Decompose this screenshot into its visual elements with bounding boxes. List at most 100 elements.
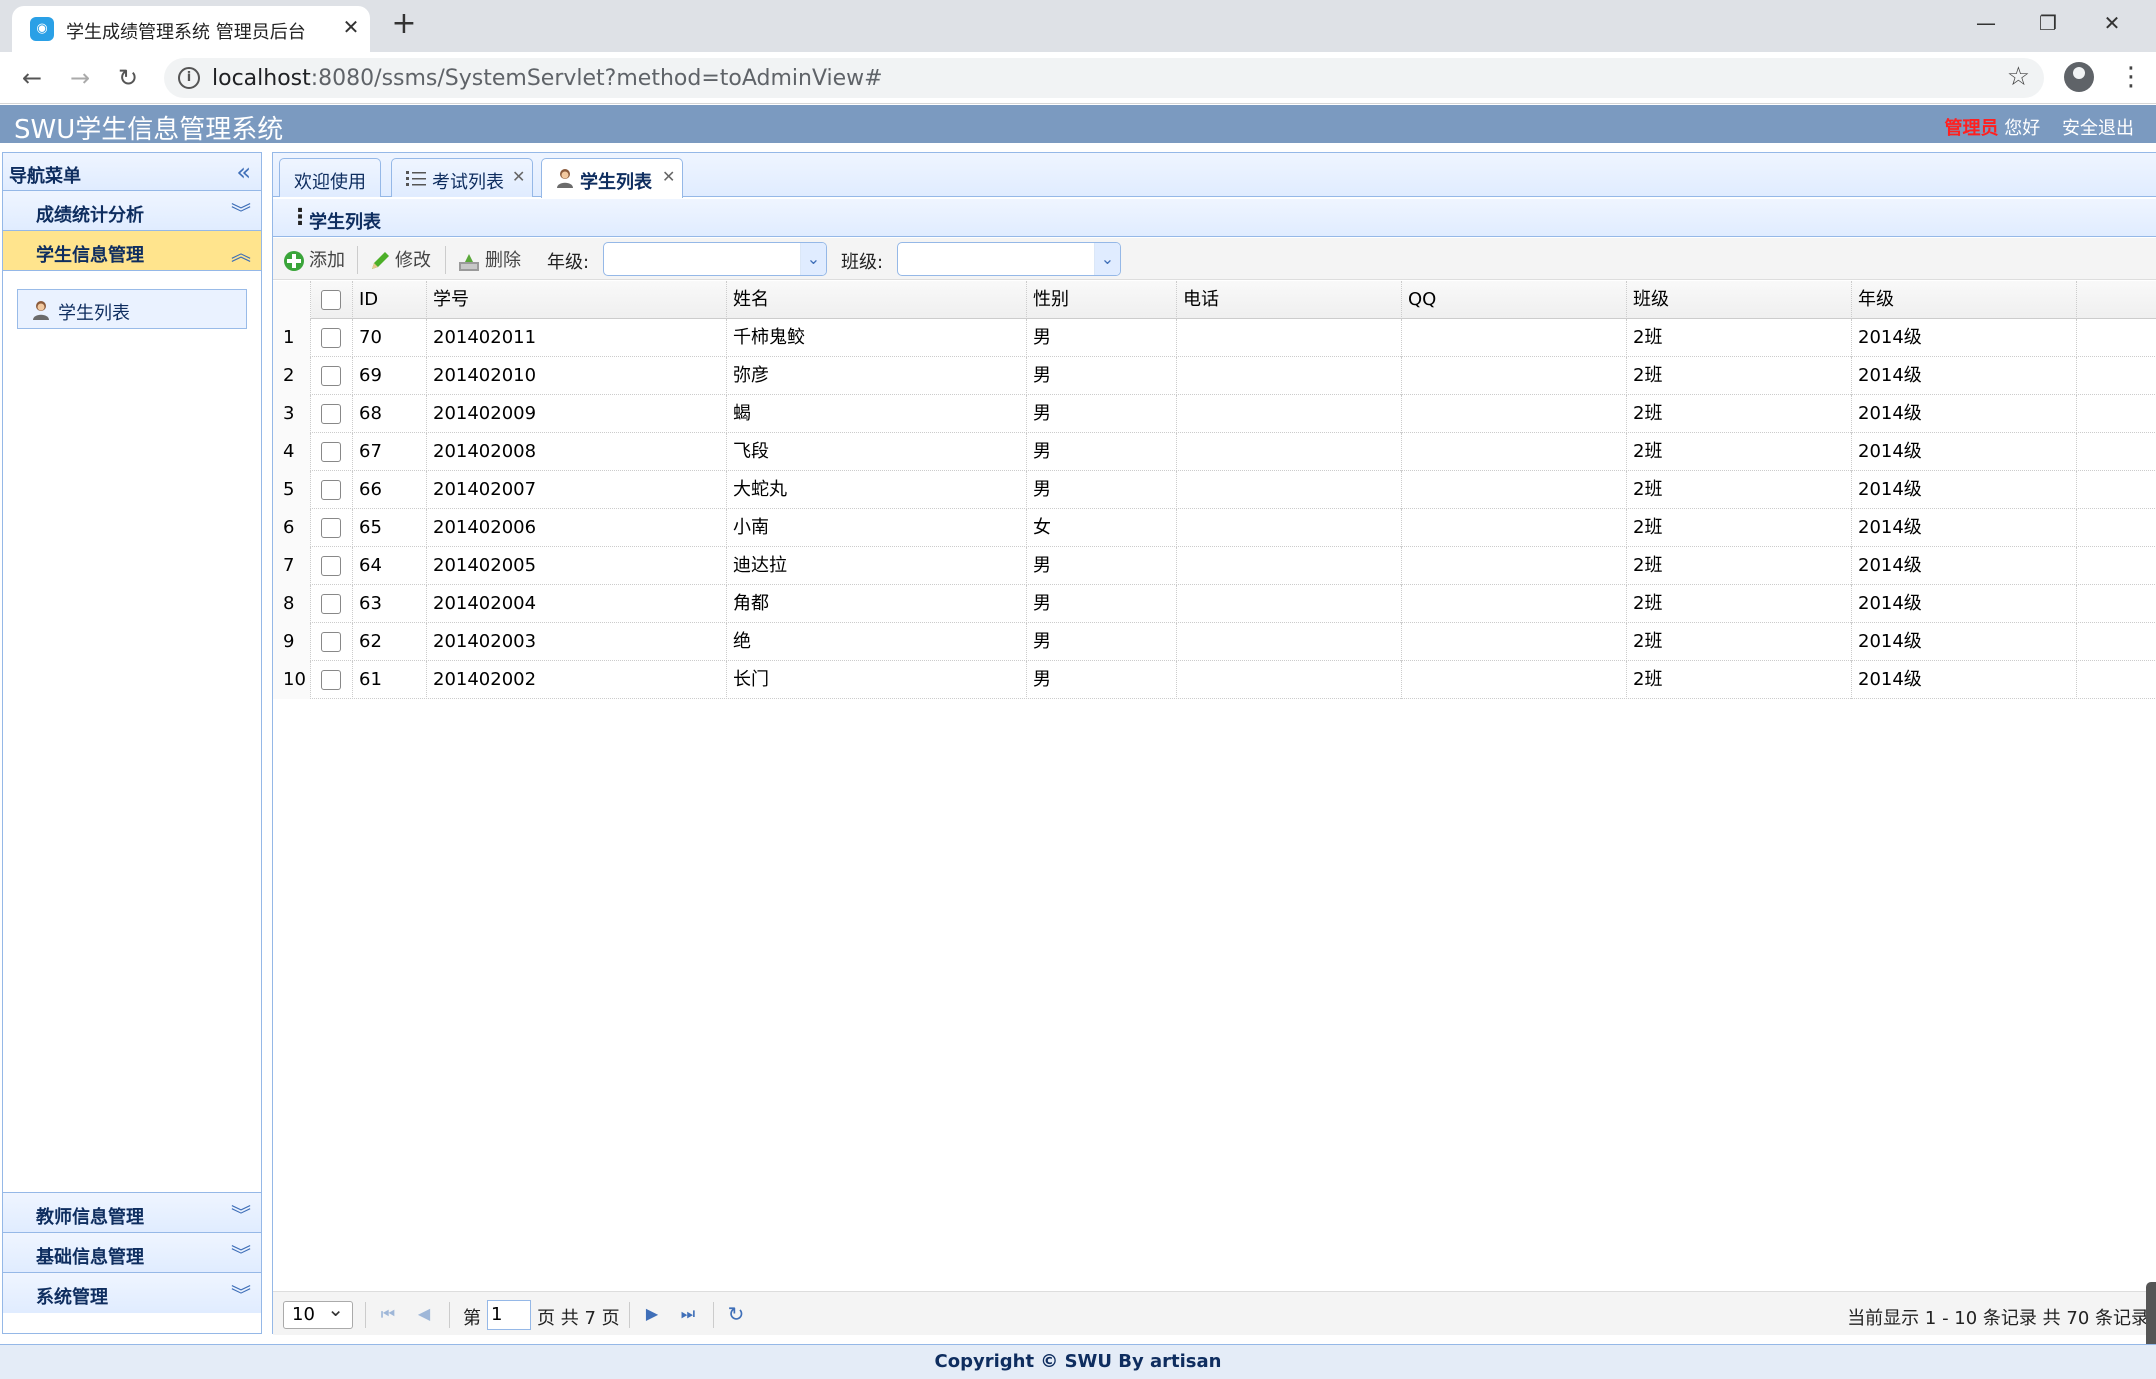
bookmark-star-icon[interactable]: ☆ [2007,62,2030,92]
row-checkbox[interactable] [321,594,341,614]
table-row[interactable]: 8 63 201402004 角都男 2班 2014级 [273,585,2156,623]
add-button[interactable]: 添加 [283,246,345,274]
chevron-down-icon[interactable]: ⌄ [800,243,826,275]
tab-student-list[interactable]: 学生列表 ✕ [541,158,683,198]
profile-avatar-icon[interactable] [2064,62,2094,92]
row-checkbox[interactable] [321,670,341,690]
table-row[interactable]: 7 64 201402005 迪达拉男 2班 2014级 [273,547,2156,585]
table-row[interactable]: 6 65 201402006 小南女 2班 2014级 [273,509,2156,547]
select-all-checkbox[interactable] [321,290,341,310]
row-checkbox[interactable] [321,518,341,538]
expand-icon[interactable]: ︾ [231,1239,251,1268]
tab-exam-list[interactable]: 考试列表 ✕ [391,158,533,197]
tab-welcome[interactable]: 欢迎使用 [279,158,381,197]
cell-phone [1177,661,1402,699]
nav-section-score-analysis[interactable]: 成绩统计分析 ︾ [3,191,261,231]
table-row[interactable]: 3 68 201402009 蝎男 2班 2014级 [273,395,2156,433]
cell-grade: 2014级 [1852,547,2077,585]
prev-page-icon[interactable]: ◀ [413,1302,435,1326]
collapse-icon[interactable]: ︽ [231,237,251,266]
nav-menu: 导航菜单 « 成绩统计分析 ︾ 学生信息管理 ︽ 学生列表 教师信息管理 ︾ 基… [2,152,262,1334]
nav-section-label: 基础信息管理 [36,1247,144,1268]
back-icon[interactable]: ← [16,62,48,94]
row-checkbox[interactable] [321,556,341,576]
logout-link[interactable]: 安全退出 [2062,118,2134,139]
expand-icon[interactable]: ︾ [231,1279,251,1308]
expand-icon[interactable]: ︾ [231,197,251,226]
cell-id: 63 [353,585,427,623]
tab-label: 学生列表 [580,172,652,193]
row-number: 7 [273,547,311,585]
nav-section-teacher-management[interactable]: 教师信息管理 ︾ [3,1193,261,1233]
nav-section-student-management[interactable]: 学生信息管理 ︽ [3,231,261,271]
page-size-select[interactable]: 10 [283,1296,353,1329]
site-info-icon[interactable]: i [178,67,200,89]
browser-menu-icon[interactable]: ⋮ [2118,60,2144,94]
row-checkbox[interactable] [321,366,341,386]
browser-tab[interactable]: ◉ 学生成绩管理系统 管理员后台 ✕ [12,6,370,52]
first-page-icon[interactable]: ⏮ [377,1302,399,1326]
table-row[interactable]: 10 61 201402002 长门男 2班 2014级 [273,661,2156,699]
nav-item-student-list[interactable]: 学生列表 [17,289,247,329]
class-select[interactable]: ⌄ [897,242,1121,276]
last-page-icon[interactable]: ⏭ [677,1302,699,1326]
forward-icon[interactable]: → [64,62,96,94]
cell-id: 70 [353,319,427,357]
address-bar: ← → ↻ i localhost:8080/ssms/SystemServle… [0,52,2156,104]
row-checkbox[interactable] [321,442,341,462]
column-header-name[interactable]: 姓名 [727,281,1027,319]
window-close-icon[interactable]: ✕ [2092,6,2132,40]
cell-id: 61 [353,661,427,699]
content-tabs: 欢迎使用 考试列表 ✕ 学生列表 ✕ [273,153,2156,198]
row-checkbox[interactable] [321,328,341,348]
table-row[interactable]: 1 70 201402011 千柿鬼鲛男 2班 2014级 [273,319,2156,357]
collapse-left-icon[interactable]: « [236,158,251,186]
url-field[interactable]: i localhost:8080/ssms/SystemServlet?meth… [164,58,2044,98]
url-text: localhost:8080/ssms/SystemServlet?method… [212,66,883,91]
expand-icon[interactable]: ︾ [231,1199,251,1228]
column-header-phone[interactable]: 电话 [1177,281,1402,319]
next-page-icon[interactable]: ▶ [641,1302,663,1326]
row-select-cell [311,319,353,357]
table-row[interactable]: 9 62 201402003 绝男 2班 2014级 [273,623,2156,661]
column-header-grade[interactable]: 年级 [1852,281,2077,319]
table-row[interactable]: 2 69 201402010 弥彦男 2班 2014级 [273,357,2156,395]
cell-phone [1177,395,1402,433]
column-header-class[interactable]: 班级 [1627,281,1852,319]
chevron-down-icon[interactable]: ⌄ [1094,243,1120,275]
grade-select[interactable]: ⌄ [603,242,827,276]
cell-grade: 2014级 [1852,661,2077,699]
cell-sex: 女 [1027,509,1177,547]
app-title: SWU学生信息管理系统 [14,115,284,145]
tab-close-icon[interactable]: ✕ [512,167,525,186]
minimize-icon[interactable]: — [1966,6,2006,40]
row-checkbox[interactable] [321,480,341,500]
table-row[interactable]: 5 66 201402007 大蛇丸男 2班 2014级 [273,471,2156,509]
cell-clazz: 2班 [1627,471,1852,509]
edit-button[interactable]: 修改 [369,246,431,274]
refresh-icon[interactable]: ↻ [725,1302,747,1326]
page-number-input[interactable]: 1 [487,1300,531,1330]
table-row[interactable]: 4 67 201402008 飞段男 2班 2014级 [273,433,2156,471]
nav-section-system[interactable]: 系统管理 ︾ [3,1273,261,1313]
cell-phone [1177,319,1402,357]
nav-section-basic-info[interactable]: 基础信息管理 ︾ [3,1233,261,1273]
cell-id: 67 [353,433,427,471]
reload-icon[interactable]: ↻ [112,62,144,94]
nav-menu-title: 导航菜单 [9,166,81,187]
delete-button[interactable]: 删除 [457,246,521,274]
cell-grade: 2014级 [1852,357,2077,395]
row-checkbox[interactable] [321,404,341,424]
tab-close-icon[interactable]: ✕ [662,167,675,186]
column-header-id[interactable]: ID [353,281,427,319]
panel-header: ⋮ 学生列表 [273,199,2156,237]
row-checkbox[interactable] [321,632,341,652]
new-tab-icon[interactable]: + [388,8,420,40]
tab-close-icon[interactable]: ✕ [338,14,364,40]
row-select-cell [311,585,353,623]
column-header-sex[interactable]: 性别 [1027,281,1177,319]
restore-icon[interactable]: ❐ [2028,6,2068,40]
column-header-qq[interactable]: QQ [1402,281,1627,319]
column-header-sno[interactable]: 学号 [427,281,727,319]
cell-qq [1402,433,1627,471]
